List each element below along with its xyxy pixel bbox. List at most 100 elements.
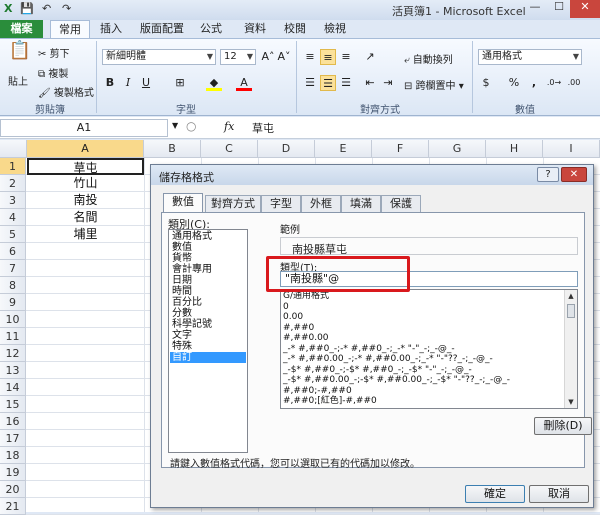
row-header[interactable]: 19	[0, 464, 26, 481]
format-code-list[interactable]: ▲ ▼ G/通用格式 0 0.00 #,##0 #,##0.00 _-* #,##0_-;…	[280, 289, 578, 409]
tab-protection[interactable]: 保護	[381, 195, 421, 212]
column-header[interactable]: G	[429, 140, 486, 158]
percent-button[interactable]: %	[506, 75, 522, 91]
format-code-item[interactable]: #,##0;[紅色]-#,##0	[283, 396, 377, 406]
paste-label[interactable]: 貼上	[8, 73, 28, 88]
cancel-entry-icon[interactable]: ○	[186, 119, 196, 133]
undo-icon[interactable]: ↶	[42, 2, 51, 15]
cell[interactable]: 竹山	[27, 175, 144, 192]
maximize-button[interactable]: ☐	[548, 0, 570, 18]
tab-data[interactable]: 資料	[238, 20, 272, 38]
align-middle-icon[interactable]: ≡	[320, 49, 336, 65]
number-format-combo[interactable]: 通用格式 ▼	[478, 49, 582, 65]
row-header[interactable]: 5	[0, 226, 26, 243]
tab-page-layout[interactable]: 版面配置	[134, 20, 190, 38]
column-header[interactable]: E	[315, 140, 372, 158]
row-header[interactable]: 12	[0, 345, 26, 362]
row-header[interactable]: 2	[0, 175, 26, 192]
tab-home[interactable]: 常用	[50, 20, 90, 38]
dialog-close-button[interactable]: ✕	[561, 167, 587, 182]
scroll-down-icon[interactable]: ▼	[565, 396, 577, 408]
grow-font-button[interactable]: A˄	[260, 49, 276, 65]
tab-insert[interactable]: 插入	[94, 20, 128, 38]
column-header[interactable]: F	[372, 140, 429, 158]
tab-font[interactable]: 字型	[261, 195, 301, 212]
help-button[interactable]: ?	[537, 167, 559, 182]
row-header[interactable]: 18	[0, 447, 26, 464]
cell[interactable]: 埔里	[27, 226, 144, 243]
scroll-thumb[interactable]	[567, 304, 575, 318]
category-item[interactable]: 特殊	[170, 341, 246, 352]
close-window-button[interactable]: ✕	[570, 0, 600, 18]
decrease-indent-icon[interactable]: ⇤	[362, 75, 378, 91]
row-header[interactable]: 11	[0, 328, 26, 345]
category-item[interactable]: 通用格式	[170, 231, 246, 242]
fill-color-icon[interactable]: ◆	[206, 75, 222, 91]
align-right-icon[interactable]: ☰	[338, 75, 354, 91]
tab-border[interactable]: 外框	[301, 195, 341, 212]
category-item[interactable]: 數值	[170, 242, 246, 253]
column-header[interactable]: C	[201, 140, 258, 158]
redo-icon[interactable]: ↷	[62, 2, 71, 15]
scrollbar[interactable]: ▲ ▼	[564, 290, 577, 408]
column-header[interactable]: B	[144, 140, 201, 158]
align-center-icon[interactable]: ☰	[320, 75, 336, 91]
underline-button[interactable]: U	[138, 75, 154, 91]
tab-number[interactable]: 數值	[163, 193, 203, 213]
select-all-corner[interactable]	[0, 140, 27, 158]
font-name-combo[interactable]: 新細明體 ▼	[102, 49, 216, 65]
tab-formulas[interactable]: 公式	[196, 20, 226, 38]
category-item[interactable]: 百分比	[170, 297, 246, 308]
format-code-item[interactable]: _-* #,##0.00_-;-* #,##0.00_-;_-* "-"??_-…	[283, 354, 493, 364]
row-header[interactable]: 10	[0, 311, 26, 328]
save-icon[interactable]: 💾	[20, 2, 34, 15]
category-item[interactable]: 文字	[170, 330, 246, 341]
column-header[interactable]: H	[486, 140, 543, 158]
currency-button[interactable]: $	[478, 75, 494, 91]
category-item[interactable]: 貨幣	[170, 253, 246, 264]
format-code-item[interactable]: #,##0.00	[283, 333, 329, 343]
category-item[interactable]: 會計專用	[170, 264, 246, 275]
tab-alignment[interactable]: 對齊方式	[205, 195, 261, 212]
format-code-item[interactable]: #,##0	[283, 323, 314, 333]
align-top-icon[interactable]: ≡	[302, 49, 318, 65]
font-color-icon[interactable]: A	[236, 75, 252, 91]
column-header[interactable]: D	[258, 140, 315, 158]
bold-button[interactable]: B	[102, 75, 118, 91]
italic-button[interactable]: I	[120, 75, 136, 91]
row-header[interactable]: 15	[0, 396, 26, 413]
row-header[interactable]: 16	[0, 413, 26, 430]
format-code-item[interactable]: 0	[283, 302, 289, 312]
merge-center-button[interactable]: ⊟ 跨欄置中 ▾	[404, 77, 464, 92]
minimize-button[interactable]: —	[524, 0, 546, 18]
row-header[interactable]: 14	[0, 379, 26, 396]
cut-button[interactable]: ✂ 剪下	[38, 45, 70, 60]
column-header[interactable]: I	[543, 140, 600, 158]
excel-icon[interactable]: X	[4, 2, 12, 15]
row-header[interactable]: 6	[0, 243, 26, 260]
category-item[interactable]: 時間	[170, 286, 246, 297]
insert-function-icon[interactable]: fx	[224, 120, 234, 133]
wrap-text-button[interactable]: ⤶ 自動換列	[404, 51, 453, 66]
category-item[interactable]: 分數	[170, 308, 246, 319]
copy-button[interactable]: ⧉ 複製	[38, 65, 68, 80]
format-code-item[interactable]: _-$* #,##0.00_-;-$* #,##0.00_-;_-$* "-"?…	[283, 375, 510, 385]
format-code-item[interactable]: 0.00	[283, 312, 303, 322]
column-header[interactable]: A	[27, 140, 144, 158]
format-code-item[interactable]: _-$* #,##0_-;-$* #,##0_-;_-$* "-"_-;_-@_…	[283, 365, 472, 375]
paste-icon[interactable]: 📋	[8, 42, 32, 69]
font-size-combo[interactable]: 12 ▼	[220, 49, 256, 65]
formula-content[interactable]: 草屯	[252, 120, 274, 136]
tab-file[interactable]: 檔案	[0, 20, 43, 38]
shrink-font-button[interactable]: A˅	[276, 49, 292, 65]
row-header[interactable]: 20	[0, 481, 26, 498]
row-header[interactable]: 7	[0, 260, 26, 277]
active-cell[interactable]: 草屯	[27, 158, 144, 175]
name-box[interactable]: A1	[0, 119, 168, 137]
decrease-decimal-icon[interactable]: .00	[566, 75, 582, 91]
format-code-item[interactable]: G/通用格式	[283, 291, 329, 301]
align-left-icon[interactable]: ☰	[302, 75, 318, 91]
tab-review[interactable]: 校閱	[278, 20, 312, 38]
orientation-icon[interactable]: ↗	[362, 49, 378, 65]
tab-view[interactable]: 檢視	[318, 20, 352, 38]
